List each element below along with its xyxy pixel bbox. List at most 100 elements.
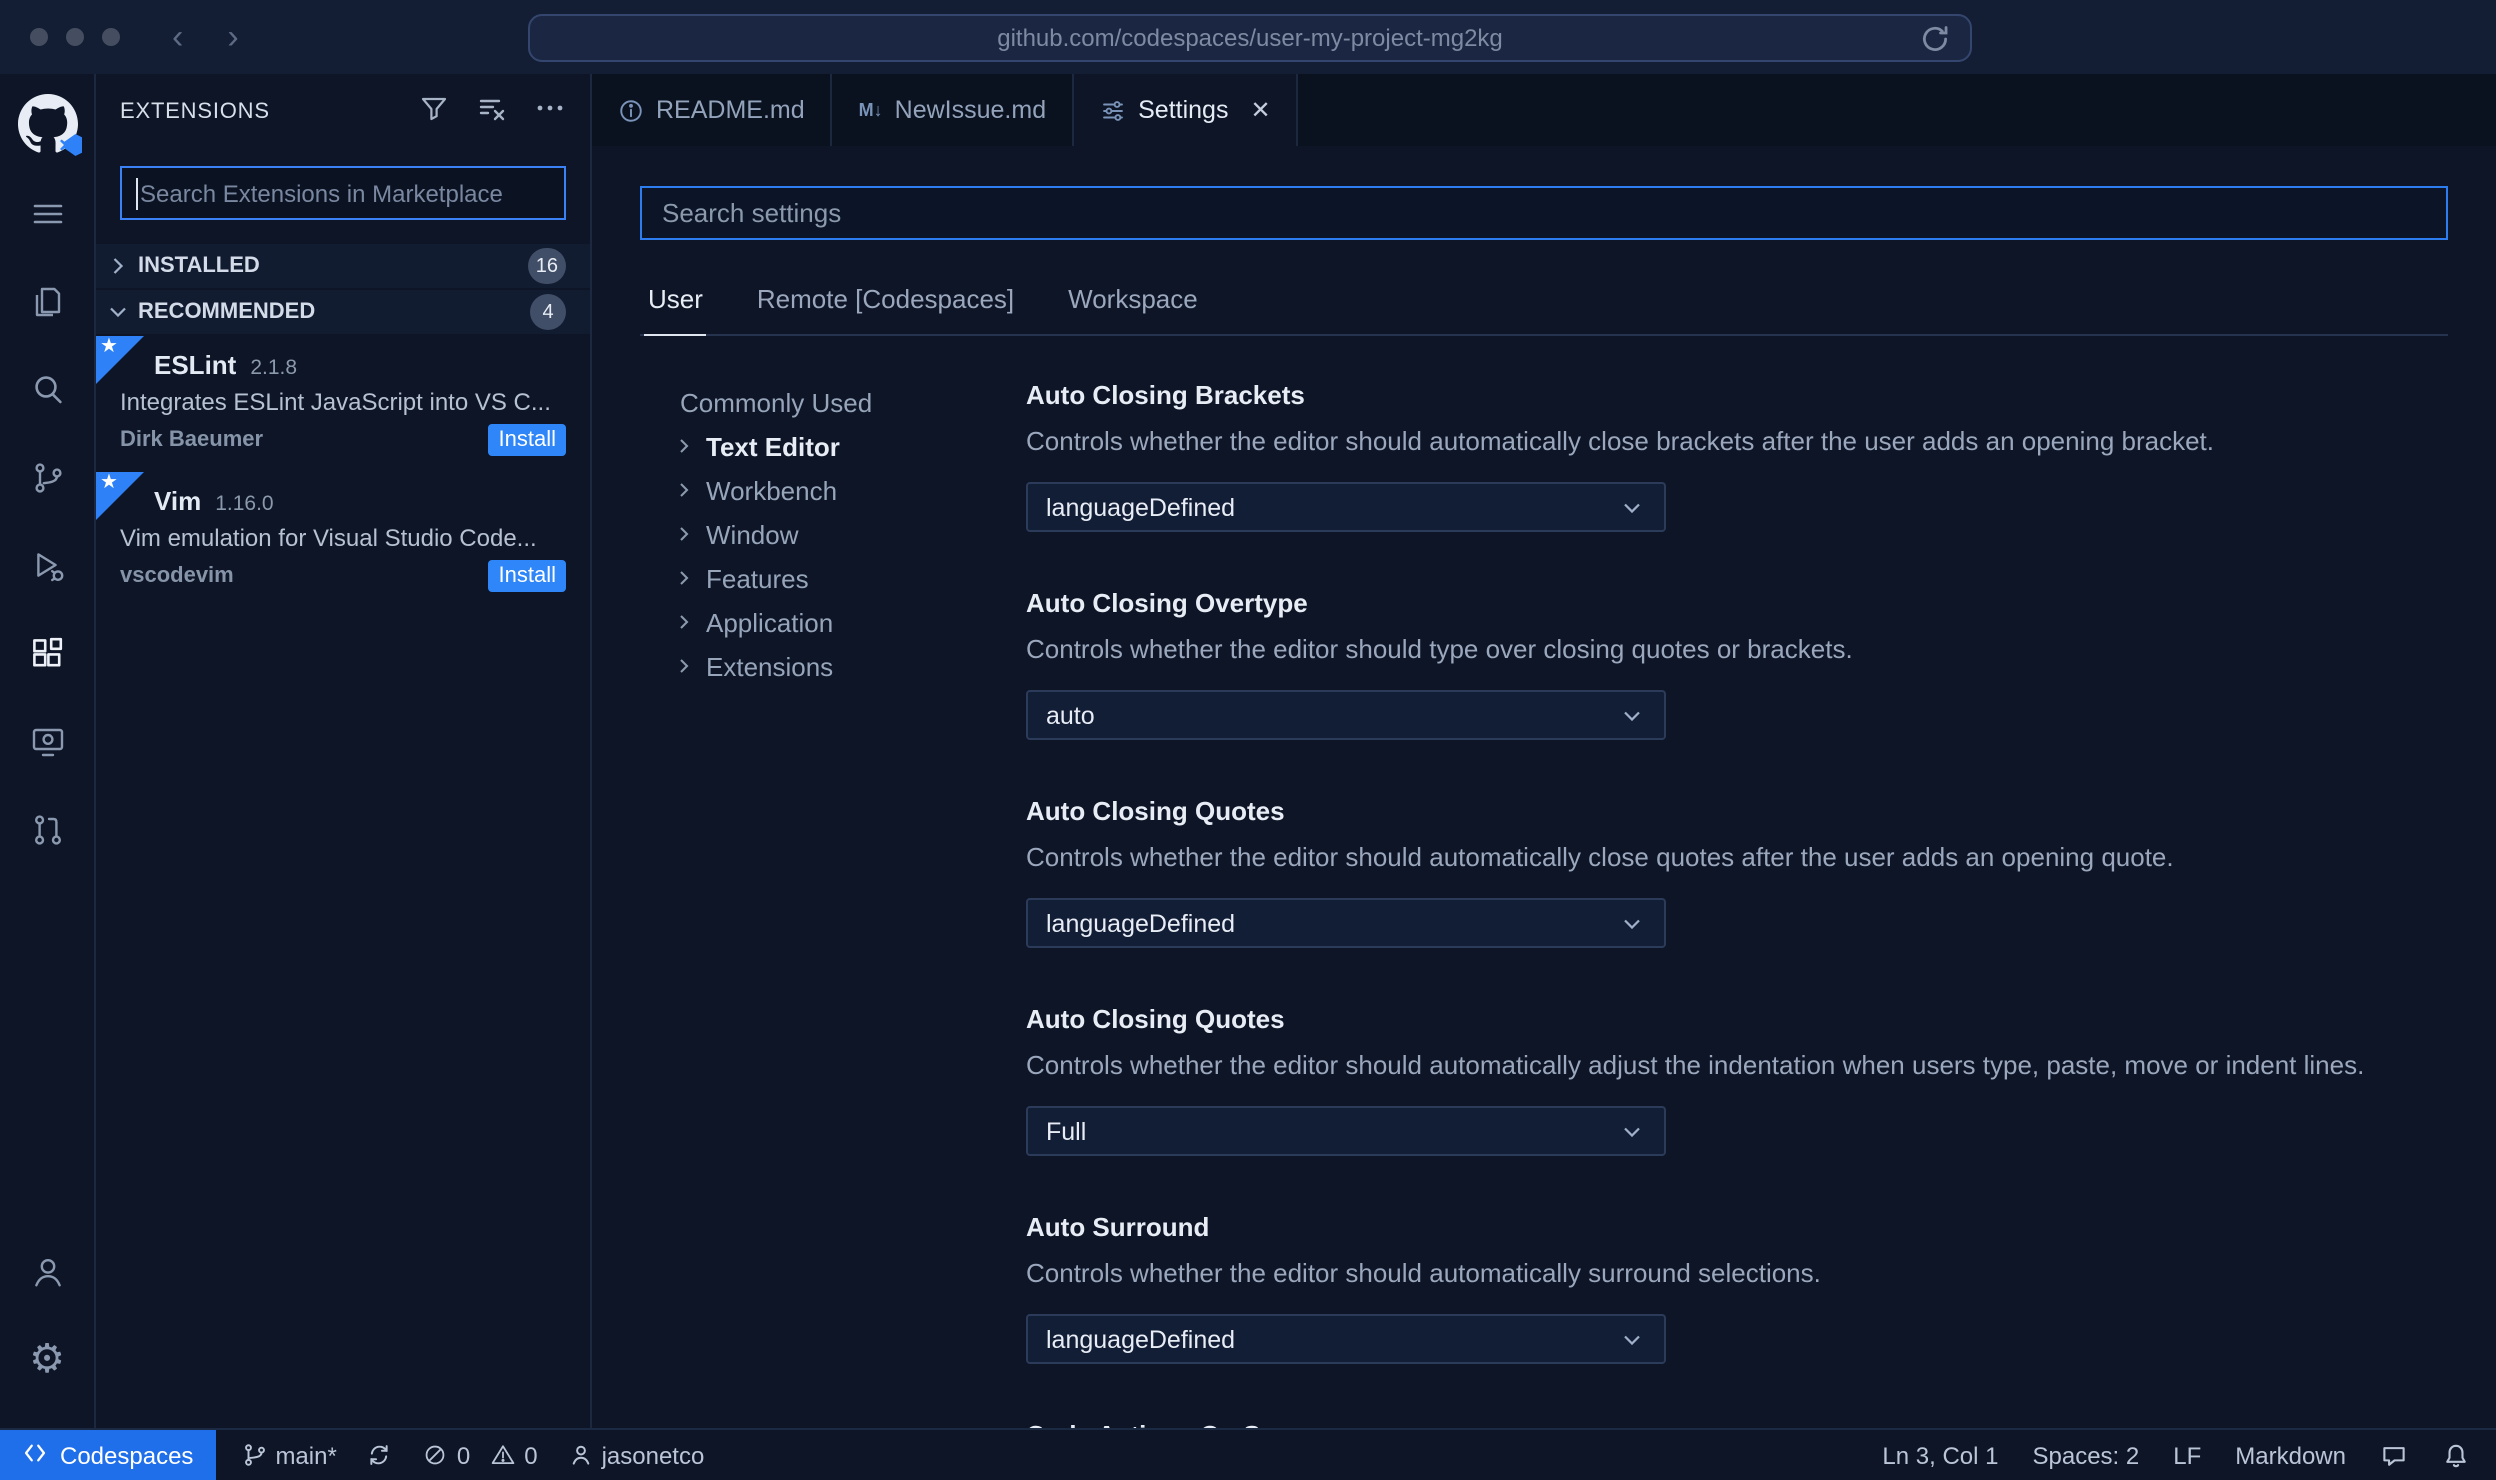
pull-request-icon[interactable]: [7, 790, 87, 870]
settings-search-input[interactable]: [642, 188, 2446, 238]
extension-name: ESLint: [154, 350, 237, 380]
settings-editor: User Remote [Codespaces] Workspace Commo…: [592, 146, 2496, 1428]
markdown-icon: M↓: [858, 100, 883, 120]
filter-icon[interactable]: [418, 91, 450, 133]
browser-forward-icon[interactable]: ›: [227, 20, 238, 54]
window-minimize-button[interactable]: [66, 28, 84, 46]
setting-title: Auto Surround: [1026, 1212, 1210, 1242]
chevron-right-icon: [672, 434, 696, 458]
account-icon[interactable]: [7, 1232, 87, 1312]
window-maximize-button[interactable]: [102, 28, 120, 46]
explorer-icon[interactable]: [7, 262, 87, 342]
notifications-indicator[interactable]: [2442, 1441, 2470, 1469]
extension-list-item[interactable]: ★ ESLint 2.1.8 Integrates ESLint JavaScr…: [96, 336, 590, 472]
tab-newissue[interactable]: M↓ NewIssue.md: [832, 74, 1075, 146]
indentation: Spaces: 2: [2032, 1441, 2140, 1469]
setting-value-dropdown[interactable]: Full: [1026, 1106, 1666, 1156]
dropdown-value: languageDefined: [1046, 1325, 1236, 1353]
section-label: RECOMMENDED: [138, 300, 316, 324]
chevron-down-icon: [104, 298, 132, 326]
bell-icon: [2442, 1441, 2470, 1469]
text-caret: [136, 178, 138, 210]
setting-code-actions-on-save: Code Actions On Save: [1026, 1420, 2448, 1428]
setting-auto-closing-brackets: Auto Closing Brackets Controls whether t…: [1026, 380, 2448, 532]
menu-icon[interactable]: [7, 174, 87, 254]
scope-tab-user[interactable]: User: [643, 284, 708, 336]
extensions-icon[interactable]: [7, 614, 87, 694]
close-icon[interactable]: ✕: [1250, 98, 1270, 122]
setting-value-dropdown[interactable]: languageDefined: [1026, 482, 1666, 532]
browser-chrome: ‹ › github.com/codespaces/user-my-projec…: [0, 0, 2496, 74]
extensions-search-box: [120, 166, 566, 220]
toc-label: Features: [706, 563, 809, 593]
codespaces-icon: [22, 1439, 48, 1471]
problems-indicator[interactable]: 0 0: [423, 1441, 538, 1469]
star-icon: ★: [100, 472, 118, 494]
section-label: INSTALLED: [138, 254, 260, 278]
window-close-button[interactable]: [30, 28, 48, 46]
toc-window[interactable]: Window: [672, 512, 1000, 556]
sidebar-section-recommended[interactable]: RECOMMENDED 4: [96, 290, 590, 334]
search-icon[interactable]: [7, 350, 87, 430]
settings-search-box: [640, 186, 2448, 240]
error-icon: [423, 1442, 449, 1468]
extension-version: 2.1.8: [250, 356, 298, 380]
github-logo-icon[interactable]: [17, 94, 81, 156]
indentation-indicator[interactable]: Spaces: 2: [2033, 1441, 2140, 1469]
codespaces-remote-indicator[interactable]: Codespaces: [0, 1430, 216, 1480]
star-icon: ★: [100, 336, 118, 358]
toc-workbench[interactable]: Workbench: [672, 468, 1000, 512]
source-control-icon[interactable]: [7, 438, 87, 518]
vscode-logo-icon: [59, 134, 81, 156]
cursor-position-indicator[interactable]: Ln 3, Col 1: [1882, 1441, 1998, 1469]
setting-auto-indent: Auto Closing Quotes Controls whether the…: [1026, 1004, 2448, 1156]
tab-bar: README.md M↓ NewIssue.md Settings ✕: [592, 74, 2496, 146]
eol-indicator[interactable]: LF: [2173, 1441, 2201, 1469]
toc-text-editor[interactable]: Text Editor: [672, 424, 1000, 468]
toc-extensions[interactable]: Extensions: [672, 644, 1000, 688]
sidebar-section-installed[interactable]: INSTALLED 16: [96, 244, 590, 288]
warning-count: 0: [524, 1441, 538, 1469]
setting-value-dropdown[interactable]: auto: [1026, 690, 1666, 740]
clear-filter-icon[interactable]: [476, 91, 508, 133]
language-mode: Markdown: [2235, 1441, 2346, 1469]
refresh-icon[interactable]: [1918, 22, 1952, 56]
setting-value-dropdown[interactable]: languageDefined: [1026, 1314, 1666, 1364]
chevron-right-icon: [672, 566, 696, 590]
branch-indicator[interactable]: main*: [241, 1441, 337, 1469]
installed-count-badge: 16: [527, 248, 566, 284]
toc-label: Window: [706, 519, 799, 549]
toc-features[interactable]: Features: [672, 556, 1000, 600]
install-button[interactable]: Install: [488, 560, 566, 592]
person-icon: [568, 1442, 594, 1468]
browser-address-bar[interactable]: github.com/codespaces/user-my-project-mg…: [528, 14, 1972, 62]
setting-description: Controls whether the editor should autom…: [1026, 426, 2215, 456]
tab-label: README.md: [656, 96, 805, 124]
remote-explorer-icon[interactable]: [7, 702, 87, 782]
more-actions-icon[interactable]: [534, 91, 566, 133]
feedback-indicator[interactable]: [2380, 1441, 2408, 1469]
window-controls: [30, 28, 120, 46]
dropdown-value: auto: [1046, 701, 1095, 729]
browser-back-icon[interactable]: ‹: [172, 20, 183, 54]
tab-settings[interactable]: Settings ✕: [1074, 74, 1299, 146]
extensions-search-input[interactable]: [122, 168, 564, 218]
remote-user-indicator[interactable]: jasonetco: [568, 1441, 704, 1469]
language-mode-indicator[interactable]: Markdown: [2235, 1441, 2346, 1469]
extensions-sidebar: EXTENSIONS Search Extensions in Marketpl…: [96, 74, 592, 1428]
toc-commonly-used[interactable]: Commonly Used: [672, 380, 1000, 424]
run-debug-icon[interactable]: [7, 526, 87, 606]
setting-description: Controls whether the editor should autom…: [1026, 842, 2174, 872]
setting-value-dropdown[interactable]: languageDefined: [1026, 898, 1666, 948]
toc-application[interactable]: Application: [672, 600, 1000, 644]
settings-gear-icon[interactable]: ⚙: [7, 1320, 87, 1400]
chevron-right-icon: [672, 522, 696, 546]
scope-tab-workspace[interactable]: Workspace: [1068, 284, 1198, 314]
scope-tab-remote[interactable]: Remote [Codespaces]: [757, 284, 1014, 314]
warning-icon: [490, 1442, 516, 1468]
tab-readme[interactable]: README.md: [592, 74, 833, 146]
install-button[interactable]: Install: [488, 424, 566, 456]
sync-indicator[interactable]: [367, 1442, 393, 1468]
extension-list-item[interactable]: ★ Vim 1.16.0 Vim emulation for Visual St…: [96, 472, 590, 608]
app-window: ‹ › github.com/codespaces/user-my-projec…: [0, 0, 2496, 1480]
